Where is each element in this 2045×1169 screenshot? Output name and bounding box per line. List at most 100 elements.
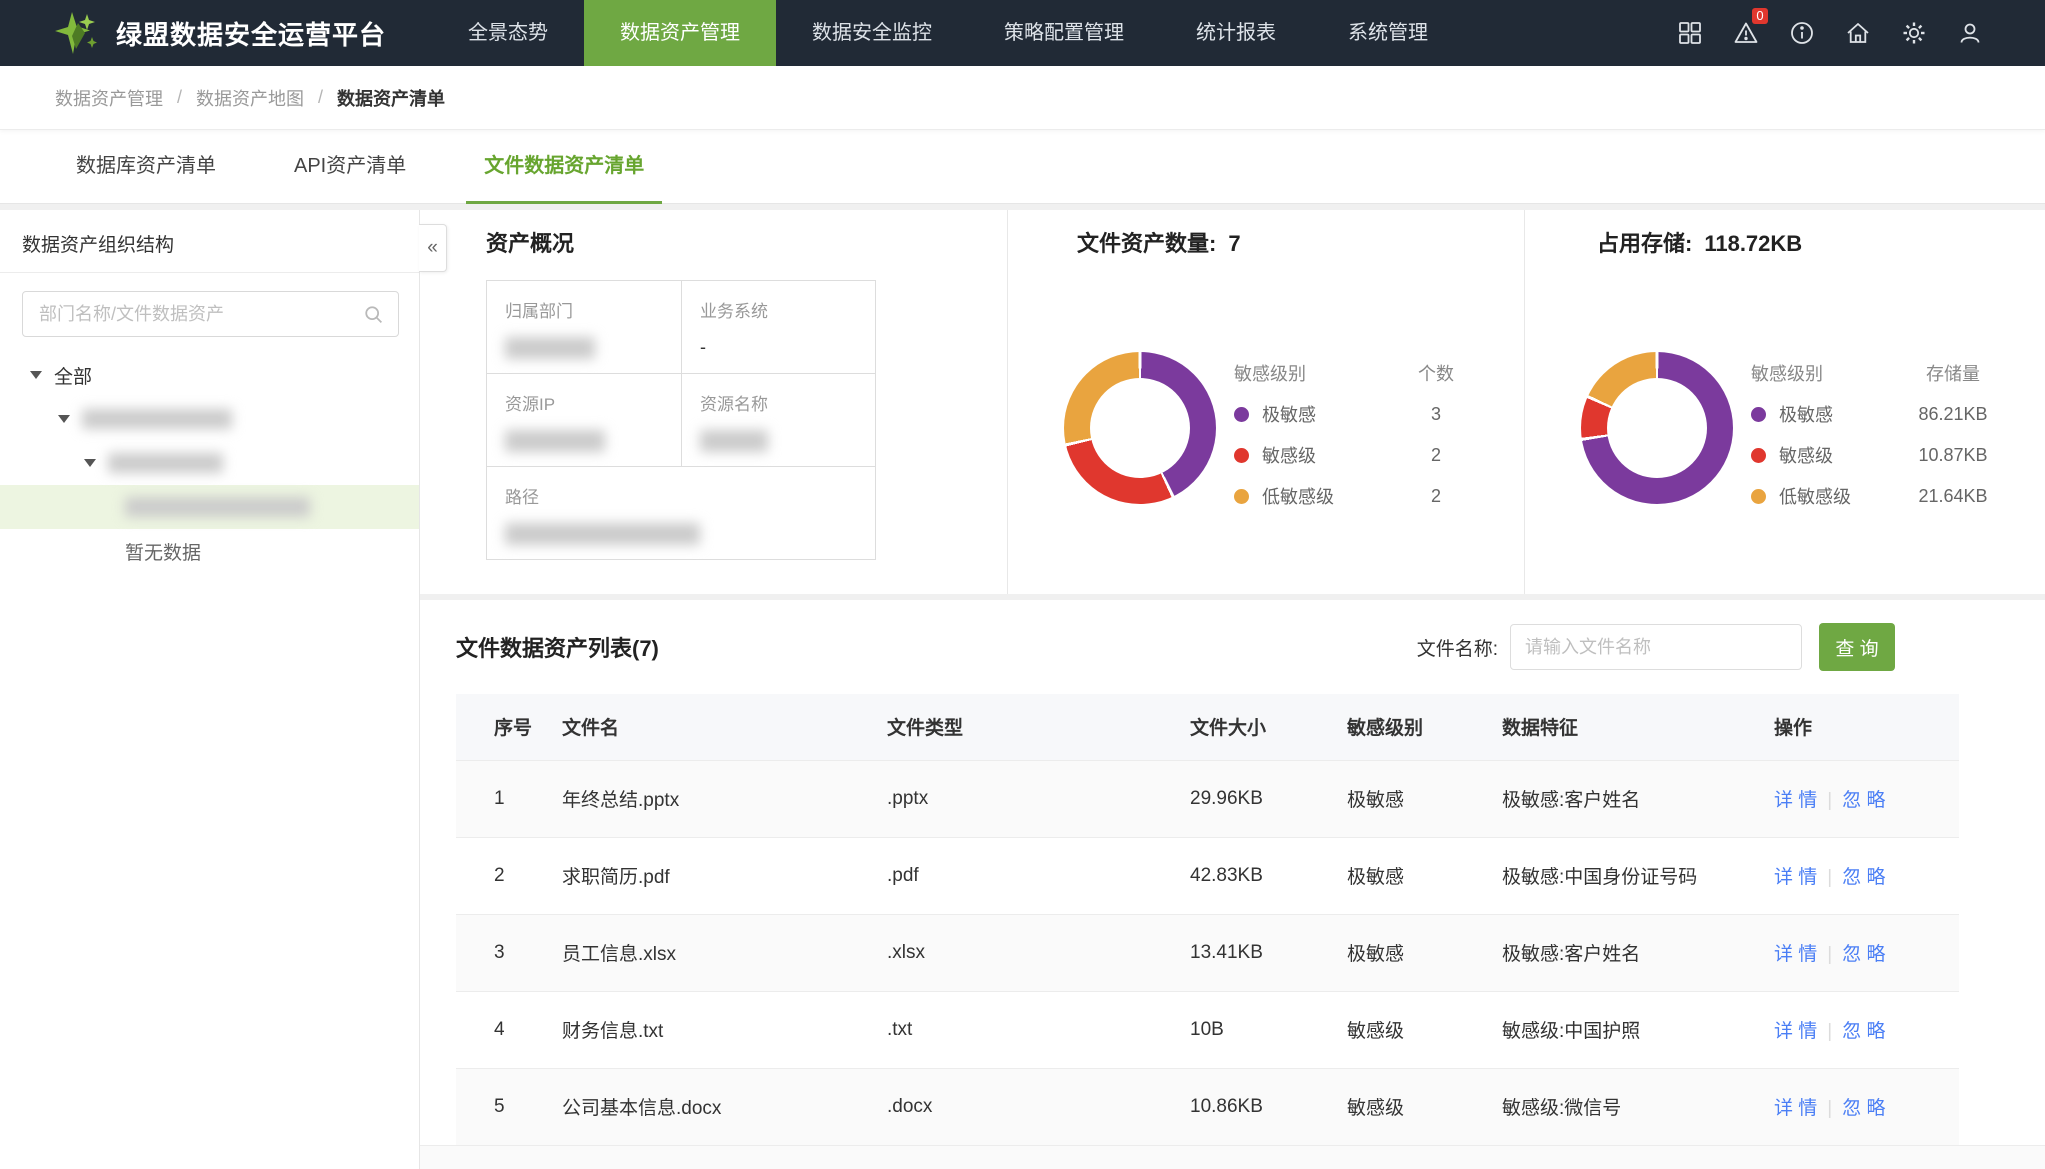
sensitive-level: 敏感级 — [1346, 991, 1501, 1068]
action-separator: | — [1827, 1098, 1832, 1119]
tab-bar: 数据库资产清单 API资产清单文件数据资产清单 — [0, 130, 2045, 204]
tree-expand-caret-icon[interactable] — [58, 415, 70, 423]
row-actions: 详 情|忽 略 — [1773, 914, 1959, 991]
file-name: 年终总结.pptx — [561, 760, 886, 837]
nav-item[interactable]: 全景态势 — [432, 0, 584, 66]
tree-node-selected[interactable] — [0, 485, 419, 529]
row-actions: 详 情 | 忽 略 — [1773, 1068, 1959, 1145]
row-index: 3 — [456, 914, 561, 991]
nav-item[interactable]: 策略配置管理 — [968, 0, 1160, 66]
row-index: 1 — [456, 760, 561, 837]
overview-field: 资源名称 — [681, 373, 875, 466]
detail-link[interactable]: 详 情 — [1774, 1098, 1817, 1119]
file-type: .docx — [886, 1068, 1189, 1145]
file-count-legend: 敏感级别个数极敏感3敏感级2低敏感级2 — [1234, 360, 1488, 509]
row-index: 5 — [456, 1068, 561, 1145]
redacted-value — [505, 523, 700, 545]
redacted-value — [505, 337, 595, 359]
file-search-label: 文件名称: — [1417, 634, 1498, 661]
ignore-link[interactable]: 忽 略 — [1842, 1021, 1885, 1042]
breadcrumb-item[interactable]: 数据资产地图 — [196, 85, 304, 111]
file-search-input[interactable] — [1510, 624, 1802, 670]
detail-link[interactable]: 详 情 — [1774, 1021, 1817, 1042]
legend-item-value: 10.87KB — [1901, 445, 2005, 466]
row-index: 2 — [456, 837, 561, 914]
org-tree-title: 数据资产组织结构 — [0, 210, 419, 273]
overview-field-label: 业务系统 — [700, 297, 857, 322]
home-icon[interactable] — [1845, 20, 1871, 46]
breadcrumb-item[interactable]: 数据资产管理 — [55, 85, 163, 111]
legend-item-name: 敏感级 — [1779, 442, 1833, 468]
storage-total: 118.72KB — [1704, 231, 1802, 256]
tree-expand-caret-icon[interactable] — [30, 371, 42, 379]
data-feature: 极敏感:客户姓名 — [1501, 760, 1773, 837]
tab-item[interactable]: API资产清单 — [276, 149, 424, 203]
ignore-link[interactable]: 忽 略 — [1842, 944, 1885, 965]
nav-item[interactable]: 统计报表 — [1160, 0, 1312, 66]
tab-active[interactable]: 文件数据资产清单 — [466, 149, 662, 203]
tree-expand-caret-icon[interactable] — [84, 459, 96, 467]
tree-search-input[interactable] — [37, 303, 363, 326]
storage-title: 占用存储:118.72KB — [1597, 226, 1802, 258]
breadcrumb-separator: / — [177, 87, 182, 108]
redacted-text — [125, 497, 310, 517]
legend-item: 极敏感 — [1234, 401, 1384, 427]
ignore-link[interactable]: 忽 略 — [1842, 867, 1885, 888]
legend-grid: 敏感级别存储量极敏感86.21KB敏感级10.87KB低敏感级21.64KB — [1751, 360, 2005, 509]
sensitive-level: 极敏感 — [1346, 837, 1501, 914]
nav-item[interactable]: 系统管理 — [1312, 0, 1464, 66]
overview-field: 资源IP — [487, 373, 681, 466]
redacted-value — [505, 430, 605, 452]
detail-link[interactable]: 详 情 — [1774, 944, 1817, 965]
asset-overview-panel: 资产概况 归属部门业务系统-资源IP资源名称路径 — [420, 210, 1008, 594]
legend-item: 低敏感级 — [1751, 483, 1901, 509]
top-navbar: 绿盟数据安全运营平台 全景态势数据资产管理数据安全监控策略配置管理统计报表系统管… — [0, 0, 2045, 66]
overview-field: 归属部门 — [487, 281, 681, 373]
data-feature: 极敏感:中国身份证号码 — [1501, 837, 1773, 914]
table-row: 3员工信息.xlsx.xlsx13.41KB极敏感极敏感:客户姓名详 情|忽 略 — [456, 914, 1959, 991]
grid-apps-icon[interactable] — [1677, 20, 1703, 46]
nav-item[interactable]: 数据安全监控 — [776, 0, 968, 66]
file-list-section: 文件数据资产列表(7) 文件名称: 查 询 序号文件名文件类型文件大小敏感级别数… — [420, 600, 2045, 1169]
query-button[interactable]: 查 询 — [1819, 623, 1895, 671]
org-tree: 全部暂无数据 — [0, 353, 419, 573]
settings-gear-icon[interactable] — [1901, 20, 1927, 46]
legend-item: 极敏感 — [1751, 401, 1901, 427]
storage-donut-chart — [1581, 352, 1733, 504]
info-icon[interactable] — [1789, 20, 1815, 46]
legend-dot-icon — [1234, 448, 1249, 463]
table-column-header: 文件类型 — [886, 694, 1189, 760]
tree-node[interactable] — [0, 441, 419, 485]
action-separator: | — [1827, 1021, 1832, 1042]
user-icon[interactable] — [1957, 20, 1983, 46]
breadcrumb-separator: / — [318, 87, 323, 108]
file-count-donut-chart — [1064, 352, 1216, 504]
file-count-title: 文件资产数量:7 — [1077, 226, 1241, 258]
legend-item-value: 2 — [1384, 486, 1488, 507]
overview-field-label: 路径 — [505, 483, 857, 508]
legend-item-name: 极敏感 — [1262, 401, 1316, 427]
brand-logo-icon — [52, 9, 100, 57]
tab-item[interactable]: 数据库资产清单 — [58, 149, 234, 203]
data-feature: 敏感级:中国护照 — [1501, 991, 1773, 1068]
file-type: .txt — [886, 991, 1189, 1068]
ignore-link[interactable]: 忽 略 — [1842, 1098, 1885, 1119]
overview-field: 业务系统- — [681, 281, 875, 373]
data-feature: 极敏感:客户姓名 — [1501, 914, 1773, 991]
alarm-badge: 0 — [1752, 8, 1768, 24]
action-separator: | — [1827, 867, 1832, 888]
tree-node[interactable]: 全部 — [0, 353, 419, 397]
nav-item[interactable]: 数据资产管理 — [584, 0, 776, 66]
alarm-icon[interactable]: 0 — [1733, 20, 1759, 46]
ignore-link[interactable]: 忽 略 — [1842, 790, 1885, 811]
action-separator: | — [1827, 790, 1832, 811]
detail-link[interactable]: 详 情 — [1774, 790, 1817, 811]
sidebar-collapse-button[interactable]: « — [419, 224, 447, 272]
tree-node-label: 暂无数据 — [125, 538, 201, 565]
tree-node[interactable] — [0, 397, 419, 441]
asset-overview-grid: 归属部门业务系统-资源IP资源名称路径 — [486, 280, 876, 560]
search-icon[interactable] — [363, 304, 384, 325]
table-row: 2求职简历.pdf.pdf42.83KB极敏感极敏感:中国身份证号码详 情|忽 … — [456, 837, 1959, 914]
detail-link[interactable]: 详 情 — [1774, 867, 1817, 888]
stats-row: « 资产概况 归属部门业务系统-资源IP资源名称路径 文件资产数量:7 敏感级别… — [420, 210, 2045, 594]
